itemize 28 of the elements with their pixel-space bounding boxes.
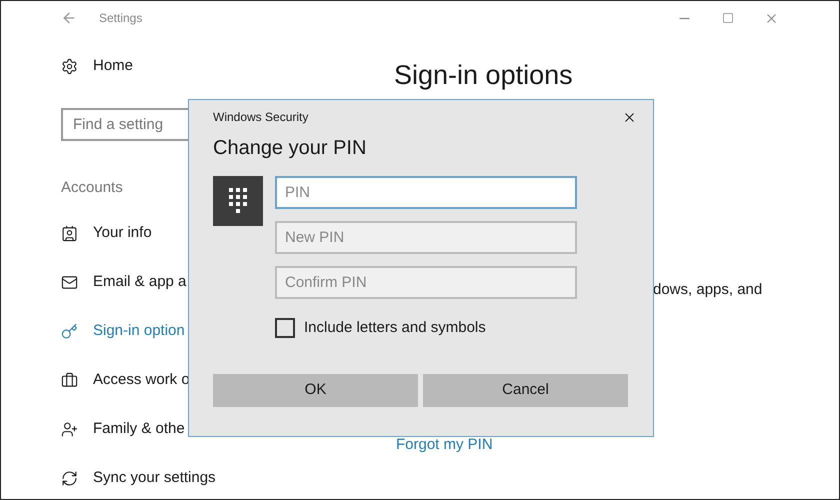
key-icon xyxy=(61,323,78,340)
maximize-icon[interactable] xyxy=(722,12,734,24)
briefcase-icon xyxy=(61,372,78,389)
checkbox[interactable] xyxy=(275,318,295,338)
back-arrow-icon[interactable] xyxy=(61,10,77,26)
nav-item[interactable]: Sync your settings xyxy=(93,467,216,490)
pin-field[interactable]: New PIN xyxy=(275,221,577,254)
person-plus-icon xyxy=(61,421,78,438)
dialog-button[interactable]: OK xyxy=(213,374,418,406)
envelope-icon xyxy=(61,274,78,291)
nav-item[interactable]: Your info xyxy=(93,222,152,245)
nav-item[interactable]: Sign-in option xyxy=(93,320,185,343)
pin-field[interactable]: PIN xyxy=(275,176,577,209)
home-link[interactable]: Home xyxy=(93,54,134,78)
nav-item[interactable]: Family & othe xyxy=(93,418,185,441)
forgot-pin-link[interactable]: Forgot my PIN xyxy=(396,434,493,456)
contact-icon xyxy=(61,225,78,242)
keypad-icon xyxy=(213,176,263,226)
gear-icon xyxy=(61,58,78,74)
description-text: dows, apps, and xyxy=(653,280,762,300)
window-title: Settings xyxy=(99,10,142,27)
sync-icon xyxy=(61,470,78,487)
nav-item[interactable]: Email & app a xyxy=(93,271,186,294)
dialog-button[interactable]: Cancel xyxy=(423,374,628,406)
page-heading: Sign-in options xyxy=(394,59,574,92)
section-heading: Accounts xyxy=(61,179,123,197)
pin-field[interactable]: Confirm PIN xyxy=(275,266,577,299)
checkbox-label: Include letters and symbols xyxy=(304,318,486,338)
